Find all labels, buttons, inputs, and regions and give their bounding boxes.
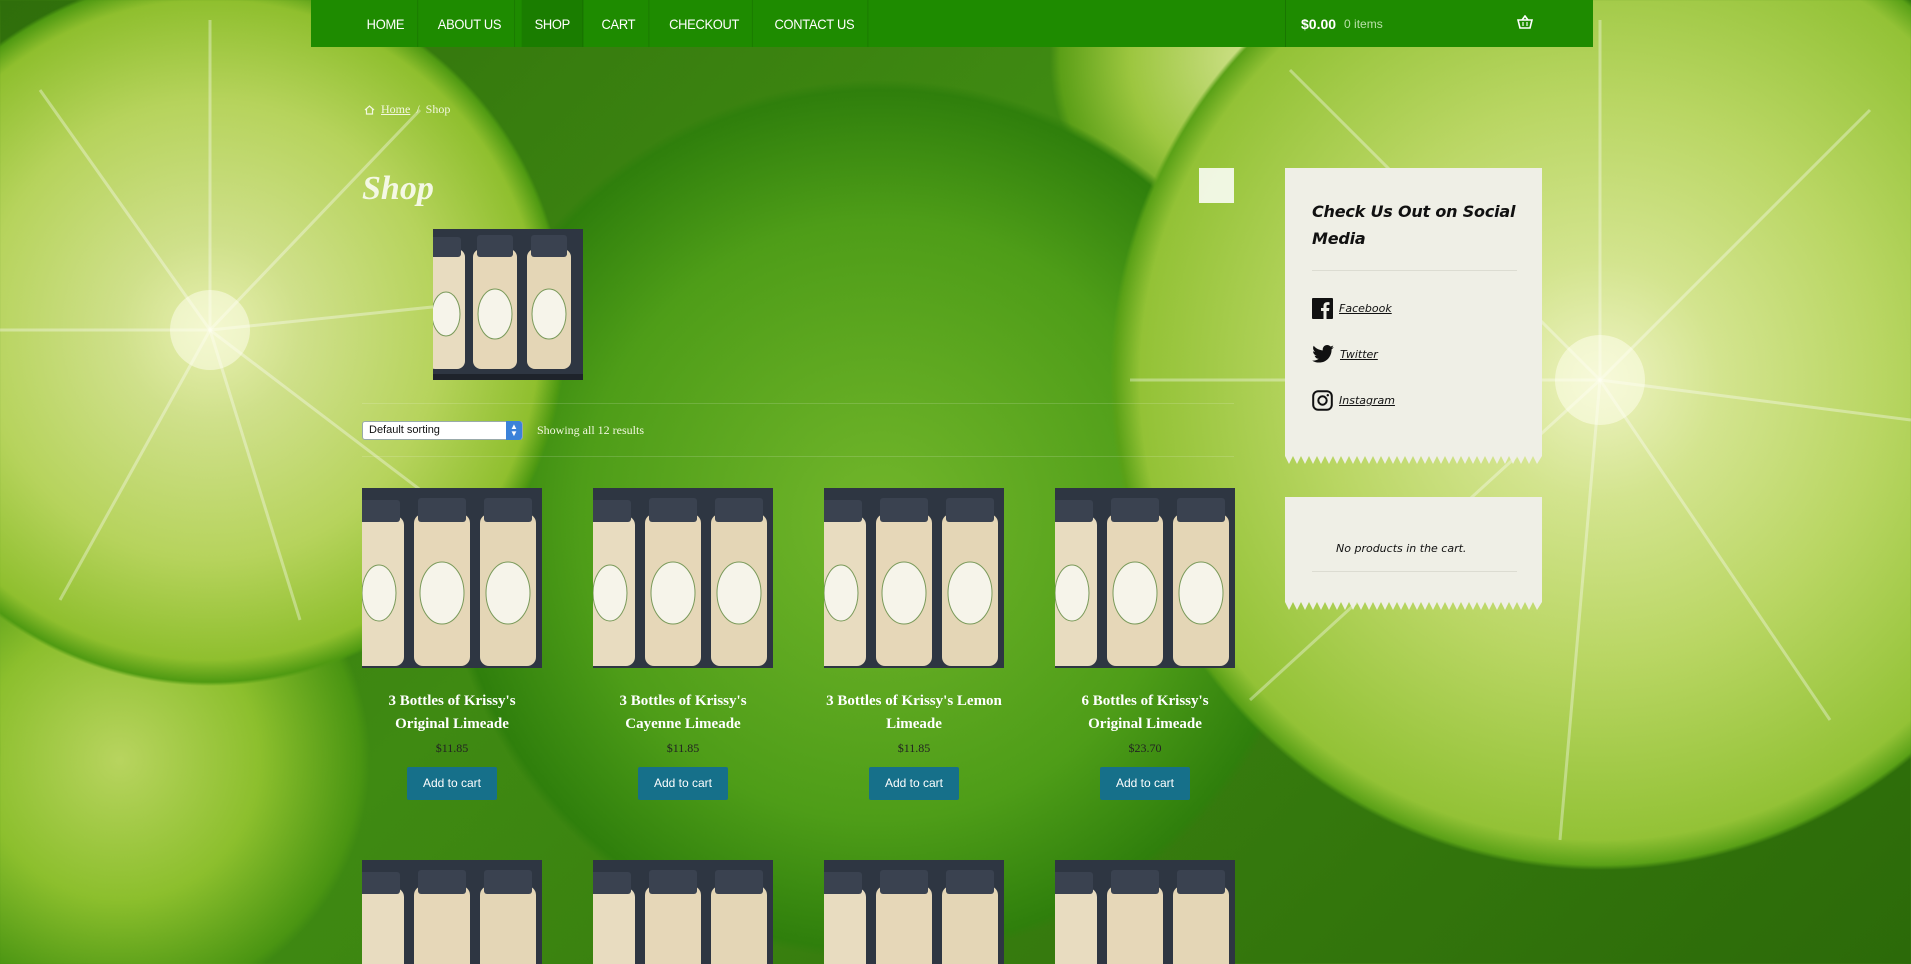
product-title[interactable]: 3 Bottles of Krissy's Cayenne Limeade [593, 690, 773, 736]
zigzag-edge [1285, 602, 1542, 610]
lime-background [0, 20, 1911, 841]
featured-product-image [433, 229, 583, 380]
product-card: 6 Bottles of Krissy's Original Limeade $… [1055, 488, 1235, 800]
facebook-label: Facebook [1339, 302, 1392, 315]
nav-item-checkout[interactable]: CHECKOUT [656, 0, 753, 47]
product-card: 3 Bottles of Krissy's Cayenne Limeade $1… [593, 488, 773, 800]
product-image[interactable] [593, 860, 773, 964]
mini-cart-widget: No products in the cart. [1285, 497, 1542, 610]
product-card: 3 Bottles of Krissy's Lemon Limeade $11.… [824, 488, 1004, 800]
empty-cart-message: No products in the cart. [1336, 542, 1467, 555]
page-title: Shop [362, 170, 434, 207]
product-card: 3 Bottles of Krissy's Original Limeade $… [362, 488, 542, 800]
social-media-widget: Check Us Out on Social Media Facebook Tw… [1285, 168, 1542, 464]
product-image[interactable] [362, 860, 542, 964]
instagram-label: Instagram [1339, 394, 1395, 407]
twitter-icon [1312, 345, 1334, 363]
facebook-link[interactable]: Facebook [1312, 298, 1392, 319]
facebook-icon [1312, 298, 1333, 319]
sort-selected-value: Default sorting [369, 424, 440, 436]
nav-item-contact-us[interactable]: CONTACT US [762, 0, 869, 47]
zigzag-edge [1285, 456, 1542, 464]
header-cart-link[interactable]: $0.00 0 items [1285, 0, 1593, 47]
twitter-link[interactable]: Twitter [1312, 345, 1378, 363]
top-navigation-bar: HOME ABOUT US SHOP CART CHECKOUT CONTACT… [311, 0, 1593, 47]
product-image[interactable] [593, 488, 773, 668]
breadcrumb-separator: / [416, 102, 420, 116]
product-title[interactable]: 3 Bottles of Krissy's Original Limeade [362, 690, 542, 736]
add-to-cart-button[interactable]: Add to cart [637, 767, 729, 800]
divider [1312, 571, 1517, 572]
shop-sorting-bar: Default sorting ▲ ▼ Showing all 12 result… [362, 403, 1234, 457]
home-icon [364, 104, 375, 115]
product-image[interactable] [362, 488, 542, 668]
cart-amount: $0.00 [1301, 15, 1337, 32]
breadcrumb: Home / Shop [364, 102, 450, 117]
add-to-cart-button[interactable]: Add to cart [1099, 767, 1191, 800]
nav-item-cart[interactable]: CART [589, 0, 650, 47]
cart-item-count: 0 items [1344, 16, 1383, 31]
primary-menu: HOME ABOUT US SHOP CART CHECKOUT CONTACT… [311, 0, 873, 47]
product-price: $11.85 [435, 741, 469, 755]
instagram-link[interactable]: Instagram [1312, 390, 1395, 411]
select-arrows-icon: ▲ ▼ [506, 420, 522, 440]
divider [1312, 270, 1517, 271]
widget-title: Check Us Out on Social Media [1312, 202, 1516, 248]
product-title[interactable]: 6 Bottles of Krissy's Original Limeade [1055, 690, 1235, 736]
product-image[interactable] [1055, 488, 1235, 668]
product-title[interactable]: 3 Bottles of Krissy's Lemon Limeade [824, 690, 1004, 736]
nav-item-home[interactable]: HOME [354, 0, 419, 47]
sort-select[interactable]: Default sorting ▲ ▼ [362, 420, 523, 440]
product-image[interactable] [824, 488, 1004, 668]
product-image[interactable] [824, 860, 1004, 964]
twitter-label: Twitter [1340, 347, 1378, 361]
product-image[interactable] [1055, 860, 1235, 964]
breadcrumb-current: Shop [425, 102, 451, 116]
add-to-cart-button[interactable]: Add to cart [406, 767, 498, 800]
instagram-icon [1312, 390, 1333, 411]
breadcrumb-home-link[interactable]: Home [381, 102, 410, 117]
nav-item-shop[interactable]: SHOP [521, 0, 584, 47]
product-price: $11.85 [666, 741, 700, 755]
product-price: $11.85 [897, 741, 931, 755]
result-count: Showing all 12 results [537, 422, 644, 437]
basket-icon [1517, 15, 1533, 29]
widget-placeholder-square [1199, 168, 1234, 203]
product-price: $23.70 [1128, 741, 1162, 755]
nav-item-about-us[interactable]: ABOUT US [425, 0, 515, 47]
add-to-cart-button[interactable]: Add to cart [868, 767, 960, 800]
